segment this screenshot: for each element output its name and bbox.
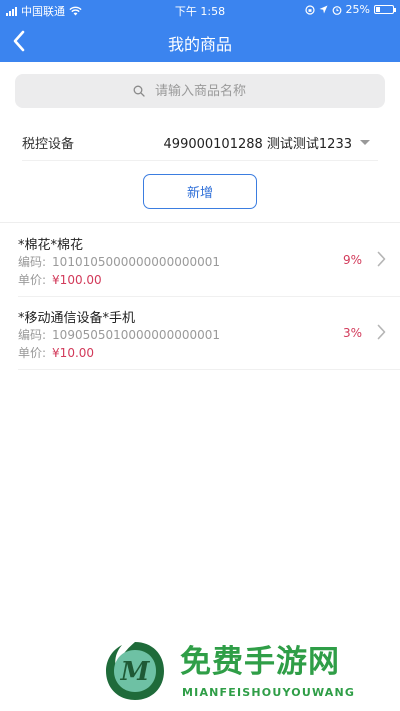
page-title: 我的商品 [167, 35, 232, 54]
product-price: ¥100.00 [52, 273, 102, 287]
product-price-label: 单价: [18, 346, 47, 360]
product-name: *棉花*棉花 [18, 238, 84, 253]
chevron-right-icon [377, 251, 386, 267]
product-item[interactable]: *棉花*棉花 编码: 1010105000000000000001 单价: ¥100… [18, 224, 400, 297]
location-icon [319, 5, 328, 14]
watermark-logo: M [106, 642, 164, 700]
watermark-subtitle: MIANFEISHOUYOUWANG [182, 686, 356, 699]
product-tax-rate: 3% [342, 326, 362, 340]
add-button[interactable]: 新增 [143, 174, 257, 209]
status-right: 25% [304, 3, 396, 16]
battery-icon [374, 5, 396, 14]
caret-down-icon [360, 139, 370, 145]
device-label: 税控设备 [22, 136, 75, 152]
product-code-label: 编码: [18, 255, 47, 269]
chevron-right-icon [377, 324, 386, 340]
product-price-row: 单价: ¥10.00 [18, 344, 94, 361]
product-code: 1010105000000000000001 [52, 255, 221, 269]
search-input[interactable] [153, 82, 267, 100]
status-bar: 中国联通 下午 1:58 25% [0, 0, 400, 20]
alarm-icon [332, 5, 341, 15]
product-name: *移动通信设备*手机 [18, 311, 136, 326]
watermark-title: 免费手游网 [180, 644, 340, 680]
product-tax-rate: 9% [342, 253, 362, 267]
product-code: 1090505010000000000001 [52, 328, 221, 342]
product-price-label: 单价: [18, 273, 47, 287]
battery-percent: 25% [345, 3, 370, 16]
product-item[interactable]: *移动通信设备*手机 编码: 1090505010000000000001 单价:… [18, 297, 400, 370]
device-selected-value: 499000101288 测试测试1233 [163, 136, 352, 152]
product-price-row: 单价: ¥100.00 [18, 271, 102, 288]
battery-level [376, 7, 380, 12]
nav-bar: 我的商品 [0, 20, 400, 62]
watermark: M 免费手游网 MIANFEISHOUYOUWANG [104, 636, 394, 706]
device-row: 税控设备 499000101288 测试测试1233 [22, 124, 378, 161]
watermark-logo-letter: M [120, 657, 151, 687]
product-code-label: 编码: [18, 328, 47, 342]
search-icon [133, 85, 145, 97]
product-price: ¥10.00 [52, 346, 95, 360]
search-bar[interactable] [15, 74, 385, 108]
app-header: 中国联通 下午 1:58 25% 我的商品 [0, 0, 400, 62]
product-code-row: 编码: 1090505010000000000001 [18, 326, 220, 343]
device-select[interactable]: 499000101288 测试测试1233 [164, 133, 378, 152]
product-code-row: 编码: 1010105000000000000001 [18, 253, 220, 270]
divider [0, 222, 400, 223]
rotation-lock-icon [304, 4, 315, 15]
